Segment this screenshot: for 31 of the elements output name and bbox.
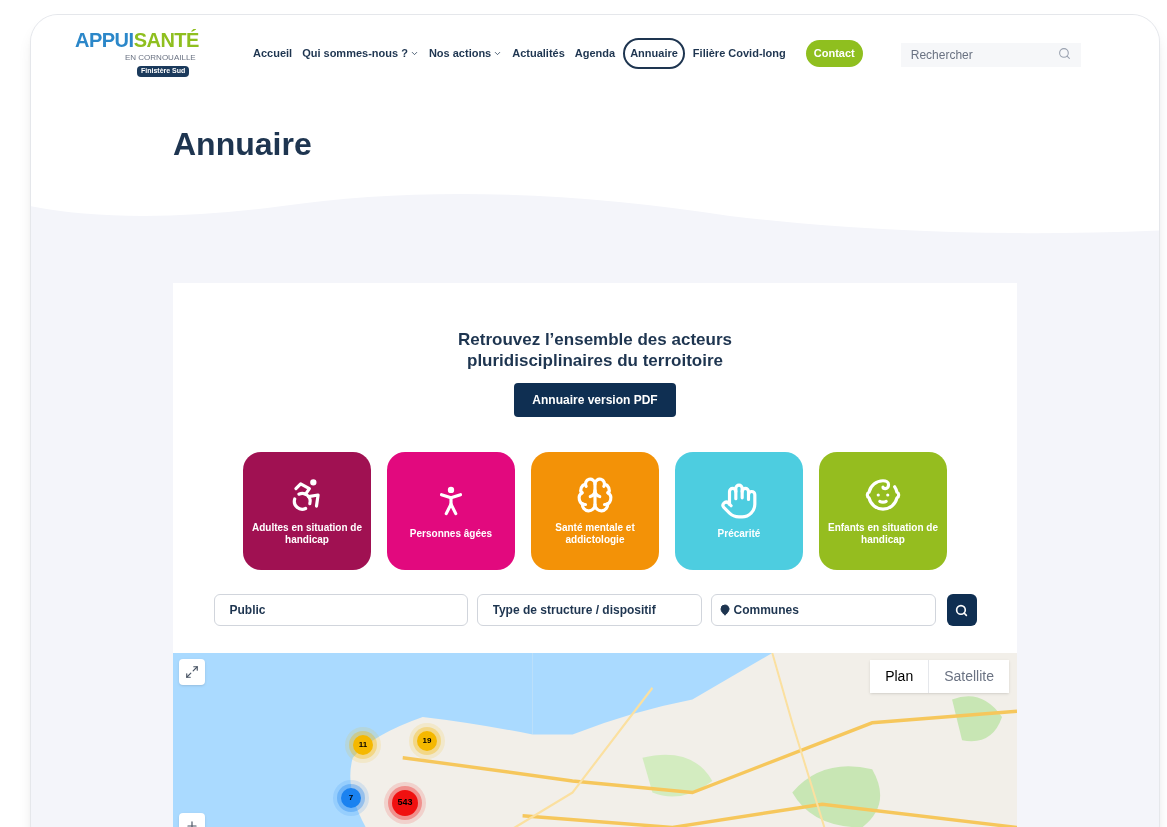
category-tile[interactable]: Adultes en situation de handicap [243, 452, 371, 570]
nav-link[interactable]: Filière Covid-long [690, 40, 788, 67]
logo-text: APPUI [75, 30, 134, 51]
page-title: Annuaire [173, 125, 313, 165]
expand-icon [185, 665, 199, 679]
category-tile[interactable]: Personnes âgées [387, 452, 515, 570]
search-icon [955, 603, 968, 617]
logo-text: SANTÉ [133, 30, 199, 51]
search-button[interactable] [946, 594, 977, 626]
logo-tagline: EN CORNOUAILLE [125, 52, 196, 65]
nav-link[interactable]: Accueil [251, 40, 295, 67]
pdf-button[interactable]: Annuaire version PDF [514, 383, 676, 417]
fullscreen-button[interactable] [179, 659, 205, 685]
nav-link[interactable]: Actualités [510, 40, 567, 67]
search-field[interactable]: Rechercher [900, 42, 1081, 67]
nav-link[interactable]: Nos actions [426, 40, 505, 67]
map-view-tab[interactable]: Plan [870, 660, 929, 693]
nav-link[interactable]: Qui sommes-nous ? [300, 40, 421, 67]
map-view-tab[interactable]: Satellite [928, 660, 1009, 693]
intro-heading: Retrouvez l’ensemble des acteurs pluridisciplinaires du terroitoire [457, 329, 733, 371]
category-icon [720, 482, 758, 520]
search-icon [1057, 46, 1071, 60]
category-icon [864, 476, 902, 514]
select-field[interactable]: Type de structure / dispositif [476, 594, 702, 626]
select-field[interactable]: Public [213, 594, 468, 626]
nav-link[interactable]: Agenda [572, 40, 618, 67]
category-icon [576, 476, 614, 514]
location-field[interactable]: Communes [710, 594, 936, 626]
map[interactable]: Plan Satellite 11 19 7 543 [173, 653, 1017, 827]
pin-icon [718, 604, 731, 616]
nav-link[interactable]: Annuaire [623, 38, 685, 69]
